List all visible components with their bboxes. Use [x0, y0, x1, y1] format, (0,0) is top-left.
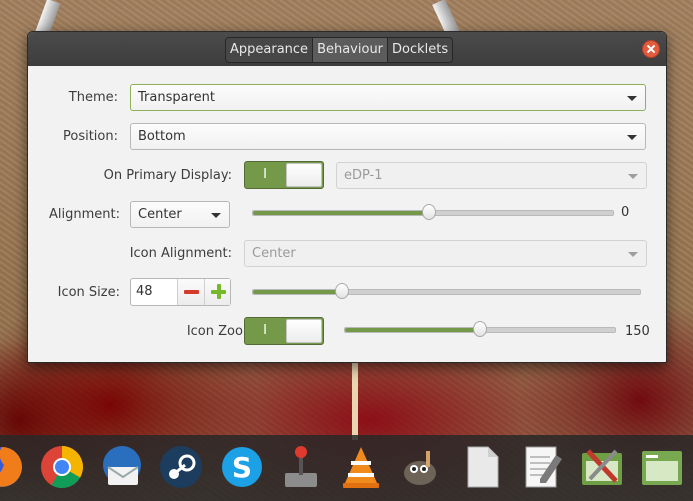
plus-icon[interactable]	[203, 279, 230, 305]
skype-icon[interactable]: S	[218, 443, 266, 491]
tab-bar: Appearance Behaviour Docklets	[225, 37, 454, 63]
icon-size-label: Icon Size:	[57, 285, 120, 300]
tab-appearance[interactable]: Appearance	[226, 38, 314, 62]
text-editor-icon[interactable]	[518, 443, 566, 491]
icon-size-slider[interactable]	[252, 283, 641, 299]
icon-alignment-dropdown: Center	[244, 240, 647, 267]
slider-thumb[interactable]	[473, 321, 487, 337]
switch-on-indicator: I	[263, 323, 267, 338]
alignment-offset-slider[interactable]	[252, 204, 614, 220]
icon-zoom-value: 150	[625, 324, 650, 339]
gimp-icon[interactable]	[396, 443, 444, 491]
switch-knob	[286, 163, 322, 187]
dropdown-arrow-icon	[211, 213, 221, 218]
steam-icon[interactable]	[157, 443, 205, 491]
icon-size-input[interactable]: 48	[131, 279, 177, 305]
alignment-value: Center	[138, 207, 182, 222]
dock-preferences-window: Appearance Behaviour Docklets Theme: Tra…	[27, 31, 667, 363]
minus-icon[interactable]	[177, 279, 204, 305]
position-value: Bottom	[138, 129, 186, 144]
title-bar: Appearance Behaviour Docklets	[28, 32, 666, 66]
close-button[interactable]	[642, 40, 660, 58]
monitor-dropdown: eDP-1	[336, 162, 647, 189]
slider-fill	[253, 211, 430, 215]
switch-knob	[286, 319, 322, 343]
icon-alignment-label: Icon Alignment:	[129, 246, 232, 261]
icon-size-stepper: 48	[130, 278, 231, 306]
dropdown-arrow-icon	[627, 135, 637, 140]
theme-label: Theme:	[68, 90, 118, 105]
position-dropdown[interactable]: Bottom	[130, 123, 646, 150]
slider-fill	[253, 290, 342, 294]
icon-zoom-switch[interactable]: I	[244, 317, 324, 345]
icon-zoom-slider[interactable]	[344, 321, 616, 337]
svg-text:S: S	[232, 451, 252, 484]
dropdown-arrow-icon	[628, 174, 638, 179]
dropdown-arrow-icon	[627, 96, 637, 101]
alignment-dropdown[interactable]: Center	[130, 201, 230, 228]
chrome-icon[interactable]	[38, 443, 86, 491]
file-icon[interactable]	[458, 443, 506, 491]
slider-thumb[interactable]	[335, 283, 349, 299]
vlc-icon[interactable]	[337, 443, 385, 491]
dock-panel: S	[0, 435, 693, 501]
switch-on-indicator: I	[263, 167, 267, 182]
wallpaper-stem-mid	[352, 360, 358, 440]
slider-fill	[345, 328, 480, 332]
tab-behaviour[interactable]: Behaviour	[313, 38, 389, 62]
dropdown-arrow-icon	[628, 252, 638, 257]
system-settings-icon[interactable]	[578, 443, 626, 491]
slider-thumb[interactable]	[422, 204, 437, 220]
theme-dropdown[interactable]: Transparent	[130, 84, 646, 111]
firefox-icon[interactable]	[0, 443, 26, 491]
theme-value: Transparent	[138, 90, 215, 105]
tab-docklets[interactable]: Docklets	[388, 38, 453, 62]
primary-display-label: On Primary Display:	[103, 168, 232, 183]
window-icon[interactable]	[638, 443, 686, 491]
position-label: Position:	[63, 129, 118, 144]
alignment-offset-value: 0	[621, 205, 630, 220]
icon-alignment-value: Center	[252, 246, 296, 261]
alignment-label: Alignment:	[49, 207, 120, 222]
joystick-icon[interactable]	[277, 443, 325, 491]
primary-display-switch[interactable]: I	[244, 161, 324, 189]
monitor-value: eDP-1	[344, 168, 383, 183]
thunderbird-icon[interactable]	[98, 443, 146, 491]
